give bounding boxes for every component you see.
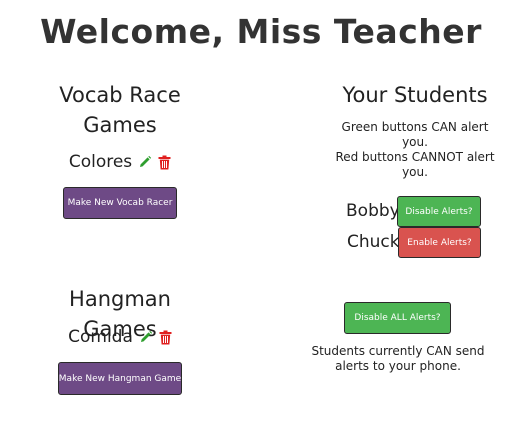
- vocab-title-line1: Vocab Race: [59, 83, 181, 107]
- students-section-title: Your Students: [342, 83, 488, 107]
- make-new-hangman-game-label: Make New Hangman Game: [58, 373, 182, 384]
- trash-icon[interactable]: [159, 330, 172, 345]
- vocab-section-title: Vocab Race Games: [50, 80, 190, 140]
- chuck-enable-alerts-button[interactable]: Enable Alerts?: [398, 227, 481, 258]
- students-help-line3: Red buttons CANNOT alert: [335, 150, 495, 164]
- students-help-line2: you.: [402, 135, 428, 149]
- student-name-bobby: Bobby: [346, 201, 400, 221]
- trash-icon[interactable]: [158, 155, 171, 170]
- make-new-vocab-racer-button[interactable]: Make New Vocab Racer: [63, 187, 177, 219]
- alerts-status-text: Students currently CAN send alerts to yo…: [300, 344, 496, 374]
- vocab-game-name[interactable]: Colores: [69, 152, 132, 172]
- page-title: Welcome, Miss Teacher: [40, 12, 482, 51]
- student-name-chuck: Chuck: [347, 232, 400, 252]
- bobby-disable-alerts-label: Disable Alerts?: [405, 206, 473, 217]
- vocab-game-item: Colores: [40, 150, 200, 174]
- disable-all-alerts-label: Disable ALL Alerts?: [354, 313, 441, 323]
- vocab-title-line2: Games: [83, 113, 157, 137]
- bobby-disable-alerts-button[interactable]: Disable Alerts?: [397, 196, 481, 227]
- pencil-icon[interactable]: [139, 330, 153, 344]
- pencil-icon[interactable]: [138, 155, 152, 169]
- students-help-text: Green buttons CAN alert you. Red buttons…: [320, 120, 510, 180]
- chuck-enable-alerts-label: Enable Alerts?: [407, 237, 472, 248]
- alerts-status-line1: Students currently CAN send: [311, 344, 485, 358]
- teacher-dashboard: Welcome, Miss Teacher Vocab Race Games C…: [0, 0, 522, 442]
- disable-all-alerts-button[interactable]: Disable ALL Alerts?: [344, 302, 451, 334]
- hangman-game-name[interactable]: Comida: [68, 327, 133, 347]
- make-new-vocab-racer-label: Make New Vocab Racer: [67, 198, 173, 208]
- students-help-line1: Green buttons CAN alert: [341, 120, 489, 134]
- hangman-game-item: Comida: [40, 325, 200, 349]
- alerts-status-line2: alerts to your phone.: [335, 359, 461, 373]
- students-help-line4: you.: [402, 165, 428, 179]
- make-new-hangman-game-button[interactable]: Make New Hangman Game: [58, 362, 182, 395]
